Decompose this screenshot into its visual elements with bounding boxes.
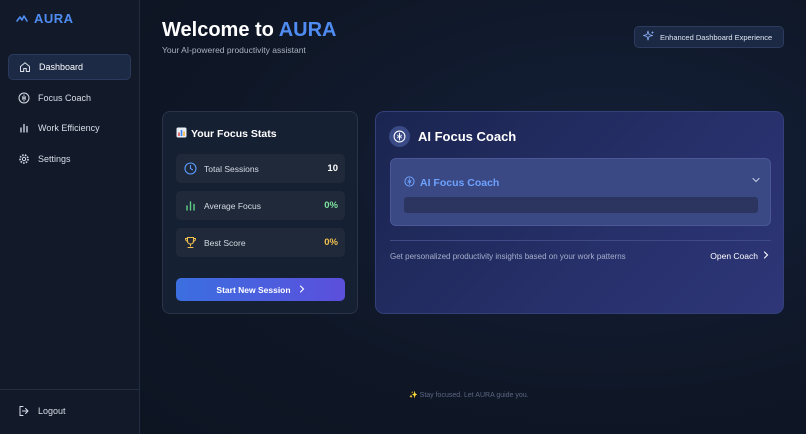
stat-value: 0% [324, 237, 338, 248]
logout-icon [18, 405, 30, 417]
brand[interactable]: AURA [16, 11, 74, 26]
sidebar-item-settings[interactable]: Settings [8, 146, 131, 172]
footer-tagline: ✨ Stay focused. Let AURA guide you. [409, 392, 529, 399]
brand-name: AURA [34, 11, 74, 26]
stat-label: Best Score [204, 237, 246, 248]
page-subtitle: Your AI-powered productivity assistant [162, 45, 306, 55]
stat-label: Average Focus [204, 200, 262, 211]
stat-value: 10 [327, 163, 338, 174]
home-icon [19, 61, 31, 73]
brain-icon [18, 92, 30, 104]
page-title: Welcome to AURA [162, 19, 336, 42]
logout-label: Logout [38, 406, 66, 416]
open-coach-label: Open Coach [710, 251, 758, 261]
start-button-label: Start New Session [216, 284, 291, 295]
chevron-right-icon [763, 251, 769, 261]
coach-header: AI Focus Coach [389, 126, 516, 147]
sidebar-item-work-efficiency[interactable]: Work Efficiency [8, 115, 131, 141]
stat-total-sessions: Total Sessions 10 [176, 154, 345, 183]
brain-icon [404, 174, 415, 192]
stat-average-focus: Average Focus 0% [176, 191, 345, 220]
sidebar-item-label: Work Efficiency [38, 123, 100, 134]
stat-label: Total Sessions [204, 163, 259, 174]
coach-content-placeholder [404, 197, 758, 213]
sidebar-item-focus-coach[interactable]: Focus Coach [8, 85, 131, 111]
sparkle-icon [643, 30, 655, 44]
sidebar-item-label: Focus Coach [38, 92, 92, 103]
badge-label: Enhanced Dashboard Experience [660, 32, 773, 42]
enhanced-dashboard-badge[interactable]: Enhanced Dashboard Experience [634, 26, 784, 48]
sidebar-nav: Dashboard Focus Coach Work Efficiency Se… [8, 54, 131, 177]
sidebar: AURA Dashboard Focus Coach Work Efficien… [0, 0, 140, 434]
bar-chart-icon [18, 122, 30, 134]
coach-accordion-title: AI Focus Coach [420, 177, 500, 189]
welcome-brand: AURA [278, 19, 337, 41]
focus-stats-title: Your Focus Stats [176, 127, 277, 141]
aura-logo-icon [16, 14, 28, 24]
coach-description: Get personalized productivity insights b… [390, 252, 626, 261]
welcome-prefix: Welcome to [162, 19, 274, 41]
stat-best-score: Best Score 0% [176, 228, 345, 257]
focus-stats-card: Your Focus Stats Total Sessions 10 Avera… [162, 111, 358, 314]
coach-accordion: AI Focus Coach [390, 158, 771, 226]
start-new-session-button[interactable]: Start New Session [176, 278, 345, 301]
coach-accordion-header[interactable]: AI Focus Coach [404, 174, 499, 192]
coach-divider [390, 240, 771, 241]
chevron-right-icon [299, 284, 305, 295]
stats-title-text: Your Focus Stats [191, 128, 277, 140]
ai-focus-coach-card: AI Focus Coach AI Focus Coach Get person… [375, 111, 784, 314]
main-content: Welcome to AURA Your AI-powered producti… [141, 0, 806, 434]
stat-value: 0% [324, 200, 338, 211]
chart-emoji-icon [176, 127, 187, 141]
sidebar-item-label: Dashboard [39, 62, 84, 72]
coach-title: AI Focus Coach [418, 129, 517, 144]
logout-button[interactable]: Logout [18, 405, 66, 417]
sidebar-item-label: Settings [38, 154, 71, 165]
open-coach-link[interactable]: Open Coach [710, 251, 769, 261]
sidebar-item-dashboard[interactable]: Dashboard [8, 54, 131, 80]
trophy-icon [183, 236, 197, 250]
sidebar-divider [0, 389, 140, 390]
gear-icon [18, 153, 30, 165]
chevron-down-icon[interactable] [750, 173, 762, 185]
bar-chart-icon [183, 199, 197, 213]
brain-icon [389, 126, 410, 147]
clock-icon [183, 162, 197, 176]
